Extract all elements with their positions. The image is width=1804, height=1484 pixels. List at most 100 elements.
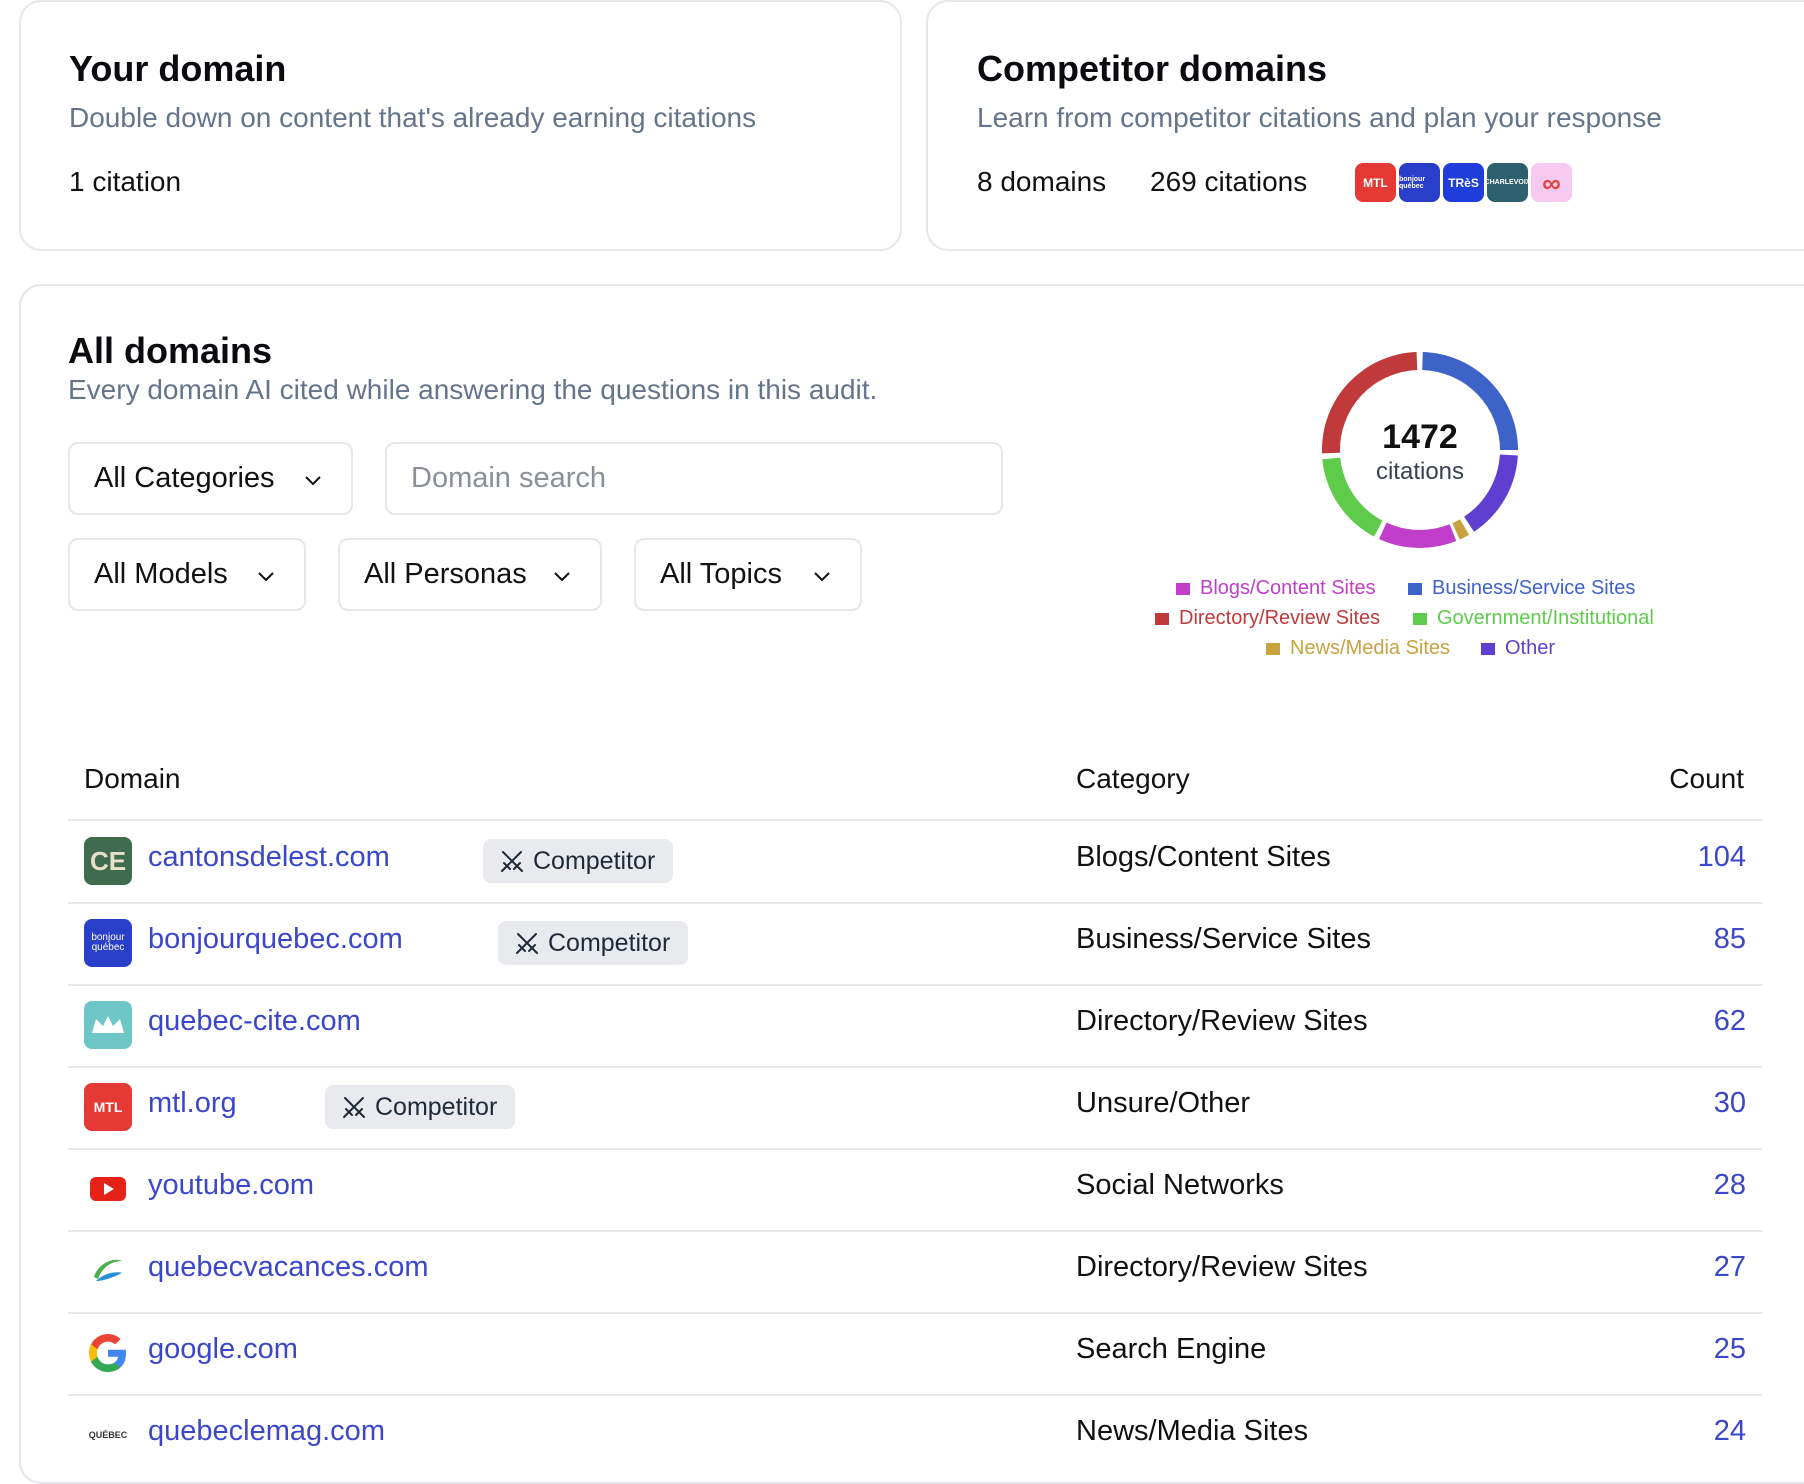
competitor-badge-label: Competitor <box>533 846 656 875</box>
all-domains-subtitle: Every domain AI cited while answering th… <box>68 374 878 405</box>
youtube-icon <box>84 1165 132 1213</box>
category-cell: News/Media Sites <box>1076 1415 1309 1447</box>
competitor-domains-title: Competitor domains <box>977 48 1328 89</box>
categories-select[interactable]: All Categories <box>68 442 353 515</box>
google-icon <box>84 1329 132 1377</box>
ce-icon: CE <box>84 837 132 885</box>
quebecvacances-icon <box>84 1247 132 1295</box>
your-domain-citations: 1 citation <box>69 166 182 197</box>
personas-select[interactable]: All Personas <box>338 538 602 611</box>
domain-link[interactable]: quebecvacances.com <box>148 1251 429 1284</box>
chevron-down-icon <box>305 476 321 486</box>
infinity-logo: ∞ <box>1531 163 1572 202</box>
quebeclemag-icon: QUÉBEC <box>88 1430 128 1440</box>
count-cell[interactable]: 30 <box>1714 1087 1746 1120</box>
column-header-category[interactable]: Category <box>1076 763 1190 795</box>
youtube-play-icon <box>90 1177 126 1201</box>
chevron-down-icon <box>258 572 274 582</box>
google-g-icon <box>89 1334 126 1372</box>
legend-item-other: Other <box>1481 637 1555 660</box>
competitor-badge-label: Competitor <box>548 928 671 957</box>
table-row[interactable]: quebecvacances.com Directory/Review Sites… <box>68 1231 1762 1313</box>
crossed-swords-icon <box>343 1097 365 1118</box>
count-cell[interactable]: 85 <box>1714 923 1746 956</box>
all-domains-title: All domains <box>68 330 273 371</box>
personas-select-value: All Personas <box>364 558 527 590</box>
your-domain-card: Your domain Double down on content that'… <box>19 0 902 251</box>
table-row[interactable]: bonjour québec bonjourquebec.com Competito… <box>68 903 1762 985</box>
legend-swatch <box>1266 642 1280 655</box>
table-row[interactable]: CE cantonsdelest.com Competitor Blogs/Conte… <box>68 821 1762 903</box>
legend-item-government: Government/Institutional <box>1413 607 1654 630</box>
mtl-icon: MTL <box>84 1083 132 1131</box>
domain-link[interactable]: quebeclemag.com <box>148 1415 385 1448</box>
crossed-swords-icon <box>501 851 523 872</box>
competitor-badge: Competitor <box>498 921 689 965</box>
table-row[interactable]: youtube.com Social Networks 28 <box>68 1149 1762 1231</box>
legend-label: Government/Institutional <box>1437 607 1654 629</box>
categories-select-value: All Categories <box>94 462 275 494</box>
count-cell[interactable]: 28 <box>1714 1169 1746 1202</box>
table-row[interactable]: quebec-cite.com Directory/Review Sites 62 <box>68 985 1762 1067</box>
competitor-domains-card: Competitor domains Learn from competitor… <box>926 0 1804 251</box>
legend-label: News/Media Sites <box>1290 637 1451 659</box>
competitor-badge: Competitor <box>483 839 674 883</box>
bonjour-quebec-logo: bonjour québec <box>1399 163 1440 202</box>
category-cell: Search Engine <box>1076 1333 1267 1365</box>
legend-swatch <box>1481 642 1495 655</box>
models-select-value: All Models <box>94 558 228 590</box>
domain-link[interactable]: bonjourquebec.com <box>148 923 403 956</box>
mtl-logo: MTL <box>1355 163 1396 202</box>
count-cell[interactable]: 27 <box>1714 1251 1746 1284</box>
category-cell: Social Networks <box>1076 1169 1284 1201</box>
crown-icon <box>92 1016 124 1033</box>
bonjour-quebec-icon: bonjour québec <box>84 919 132 967</box>
competitor-badge: Competitor <box>325 1085 516 1129</box>
count-cell[interactable]: 24 <box>1714 1415 1746 1448</box>
domain-link[interactable]: youtube.com <box>148 1169 314 1202</box>
domain-link[interactable]: mtl.org <box>148 1087 237 1120</box>
column-header-count[interactable]: Count <box>1669 763 1744 795</box>
competitor-citations-count: 269 citations <box>1150 166 1308 197</box>
category-cell: Directory/Review Sites <box>1076 1251 1368 1283</box>
legend-item-directory: Directory/Review Sites <box>1155 607 1380 630</box>
chevron-down-icon <box>554 572 570 582</box>
legend-item-business: Business/Service Sites <box>1408 577 1635 600</box>
topics-select-value: All Topics <box>660 558 782 590</box>
table-row[interactable]: google.com Search Engine 25 <box>68 1313 1762 1395</box>
topics-select[interactable]: All Topics <box>634 538 862 611</box>
legend-swatch <box>1408 582 1422 595</box>
legend-label: Blogs/Content Sites <box>1200 577 1376 599</box>
legend-swatch <box>1413 612 1427 625</box>
legend-item-blogs: Blogs/Content Sites <box>1176 577 1376 600</box>
charlevoix-logo: CHARLEVOIX <box>1487 163 1528 202</box>
table-row[interactable]: MTL mtl.org Competitor Unsure/Other 30 <box>68 1067 1762 1149</box>
table-row[interactable]: QUÉBEC quebeclemag.com News/Media Sites 24 <box>68 1395 1762 1477</box>
domain-link[interactable]: google.com <box>148 1333 298 1366</box>
column-header-domain[interactable]: Domain <box>84 763 180 795</box>
competitor-domains-count: 8 domains <box>977 166 1107 197</box>
your-domain-subtitle: Double down on content that's already ea… <box>69 102 757 133</box>
category-cell: Blogs/Content Sites <box>1076 841 1331 873</box>
legend-label: Business/Service Sites <box>1432 577 1636 599</box>
donut-segment-blogs <box>1379 522 1457 548</box>
legend-label: Directory/Review Sites <box>1179 607 1381 629</box>
domain-link[interactable]: quebec-cite.com <box>148 1005 361 1038</box>
models-select[interactable]: All Models <box>68 538 306 611</box>
count-cell[interactable]: 25 <box>1714 1333 1746 1366</box>
category-cell: Unsure/Other <box>1076 1087 1251 1119</box>
competitor-domains-subtitle: Learn from competitor citations and plan… <box>977 102 1662 133</box>
domain-search-input[interactable] <box>385 442 1003 515</box>
count-cell[interactable]: 104 <box>1698 841 1746 874</box>
swirl-icon <box>94 1259 122 1281</box>
category-cell: Directory/Review Sites <box>1076 1005 1368 1037</box>
donut-total: 1472 <box>1382 418 1458 456</box>
legend-swatch <box>1176 582 1190 595</box>
category-cell: Business/Service Sites <box>1076 923 1371 955</box>
count-cell[interactable]: 62 <box>1714 1005 1746 1038</box>
legend-item-news: News/Media Sites <box>1266 637 1450 660</box>
chevron-down-icon <box>814 572 830 582</box>
quebec-cite-icon <box>84 1001 132 1049</box>
domain-link[interactable]: cantonsdelest.com <box>148 841 390 874</box>
your-domain-title: Your domain <box>69 48 287 89</box>
